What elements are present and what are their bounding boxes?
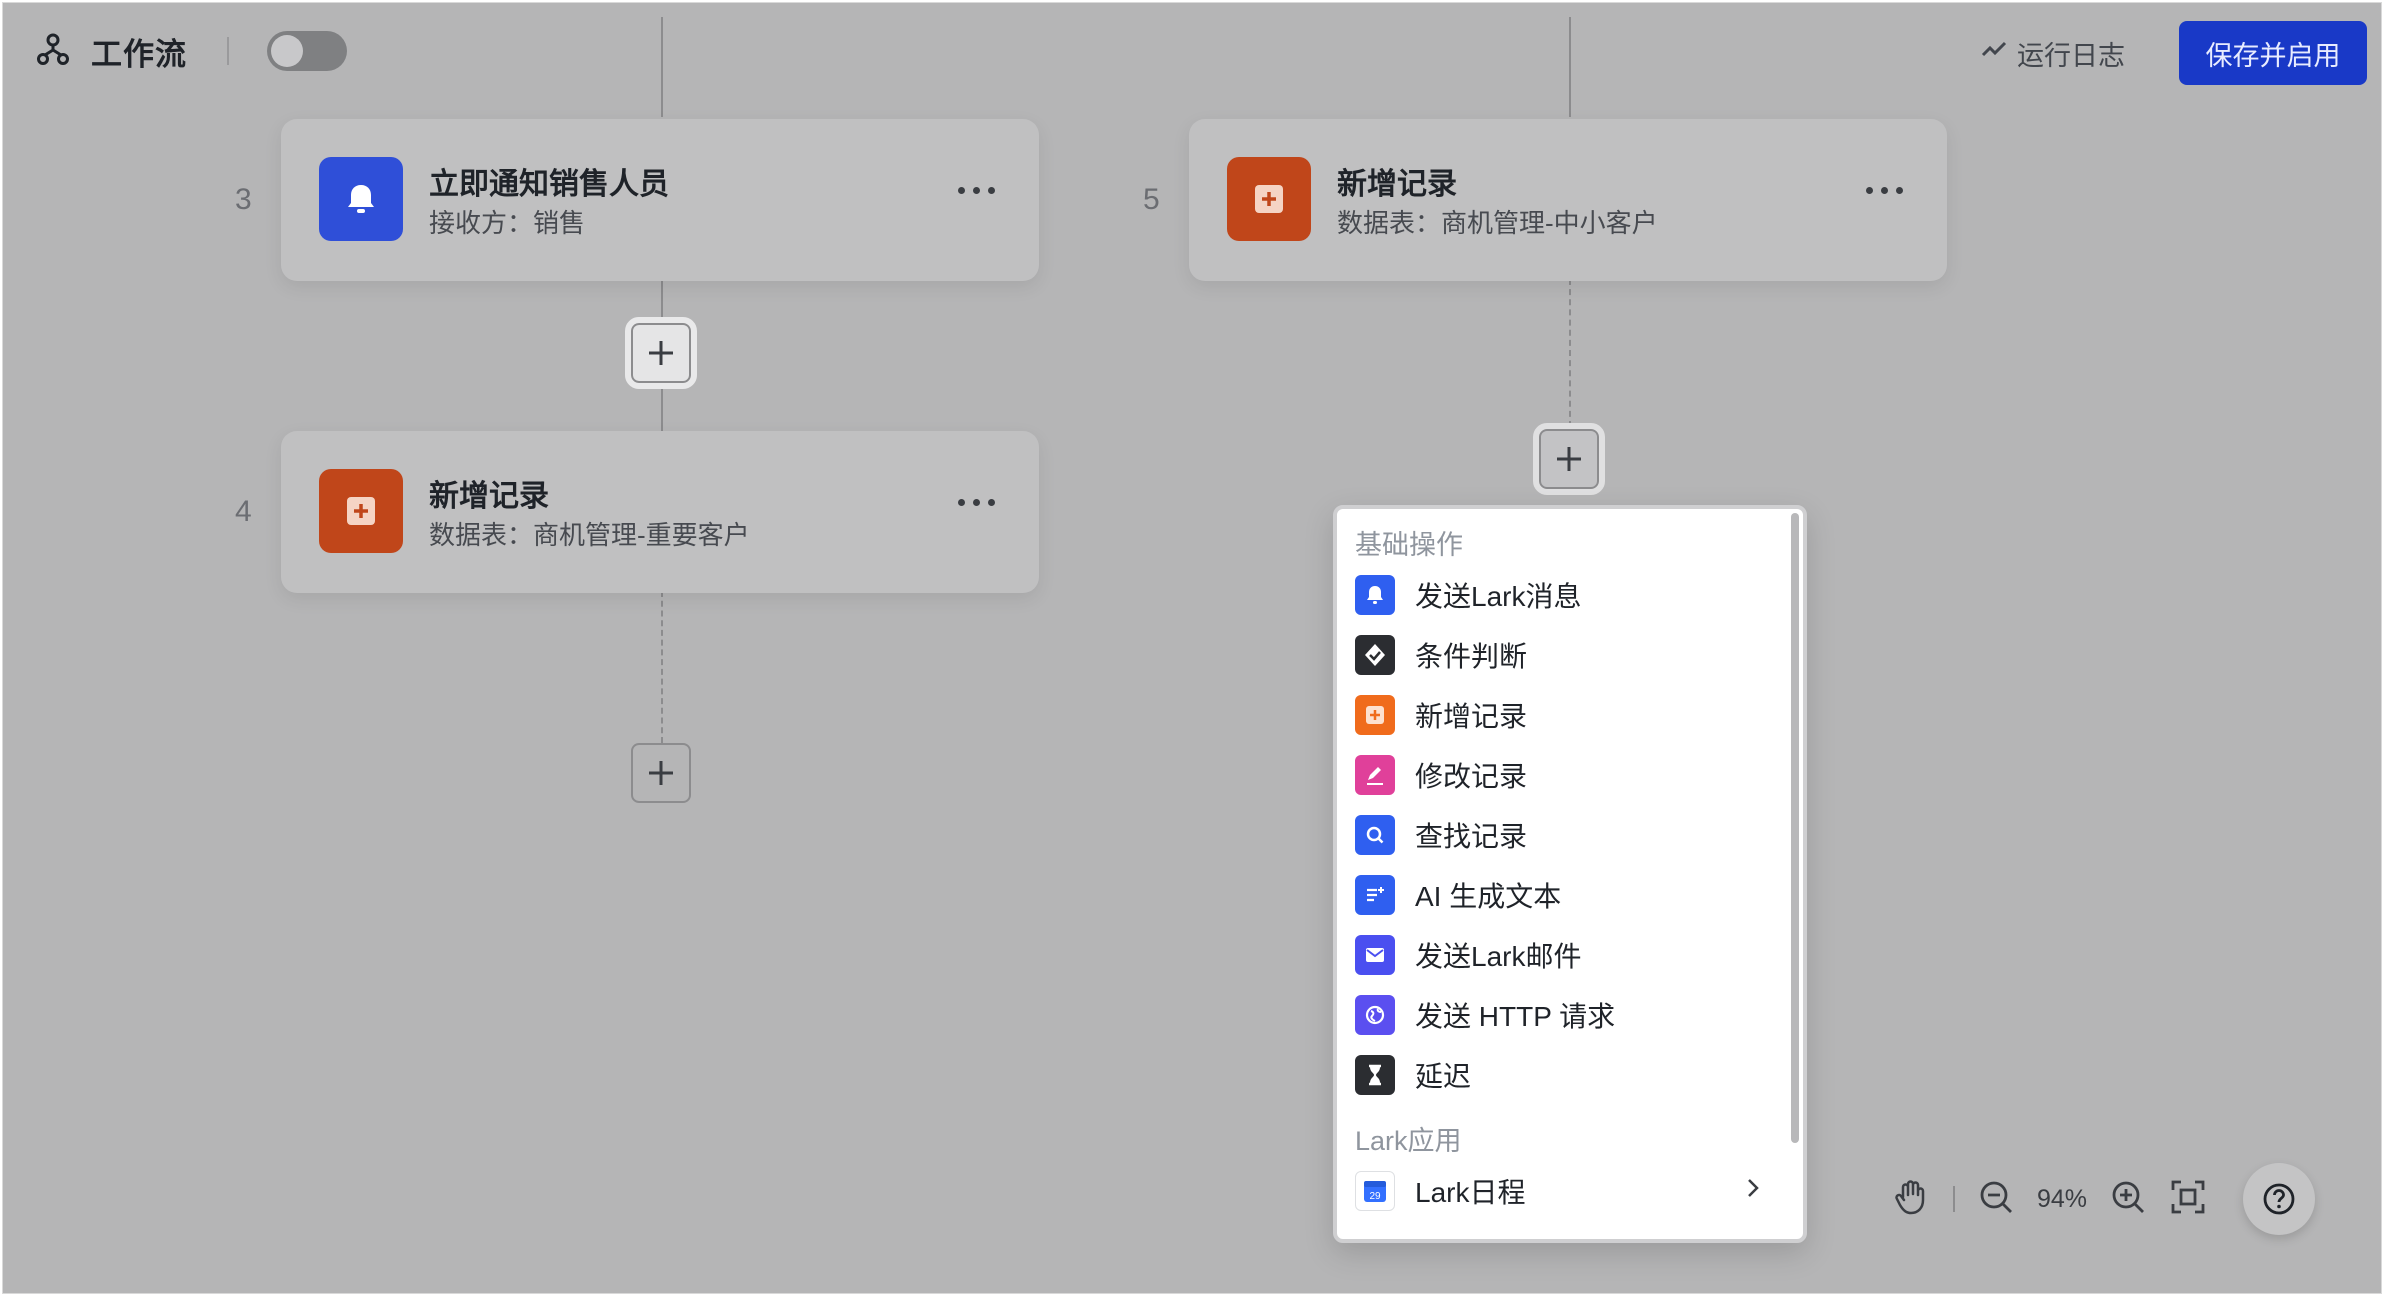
run-log-label: 运行日志 [2017, 40, 2125, 71]
connector-line [661, 17, 663, 117]
ai-text-icon [1355, 875, 1395, 915]
save-enable-button[interactable]: 保存并启用 [2179, 21, 2367, 85]
add-record-icon [319, 469, 403, 553]
calendar-icon: 29 [1355, 1171, 1395, 1211]
edit-icon [1355, 755, 1395, 795]
menu-item-label: Lark日程 [1415, 1177, 1526, 1208]
trend-icon [1981, 37, 2007, 70]
page-title: 工作流 [91, 36, 187, 72]
connector-dashed-line [1569, 279, 1571, 427]
menu-item-label: 条件判断 [1415, 641, 1528, 672]
menu-item-label: 修改记录 [1415, 761, 1528, 792]
run-log-button[interactable]: 运行日志 [1981, 33, 2125, 73]
more-options-icon[interactable] [958, 187, 995, 194]
menu-item-send-mail[interactable]: 发送Lark邮件 [1337, 925, 1803, 985]
node-card-notify-sales[interactable]: 立即通知销售人员 接收方：销售 [281, 119, 1039, 281]
hand-pan-icon[interactable] [1891, 1177, 1931, 1222]
zoom-level: 94% [2037, 1184, 2088, 1213]
menu-item-ai-text[interactable]: AI 生成文本 [1337, 865, 1803, 925]
node-number: 4 [235, 495, 252, 528]
workflow-canvas[interactable]: 工作流 运行日志 保存并启用 3 立即通知销售人员 接收方：销售 4 新增记录 … [2, 2, 2382, 1294]
node-subtitle: 数据表：商机管理-中小客户 [1337, 208, 1658, 238]
menu-item-send-message[interactable]: 发送Lark消息 [1337, 565, 1803, 625]
toggle-knob [271, 35, 303, 67]
plus-icon [649, 341, 673, 365]
menu-item-label: 发送 HTTP 请求 [1415, 1001, 1616, 1032]
menu-item-label: 延迟 [1415, 1061, 1472, 1092]
menu-item-label: 发送Lark邮件 [1415, 941, 1582, 972]
svg-text:29: 29 [1369, 1191, 1381, 1202]
connector-line [1569, 17, 1571, 117]
workflow-icon [35, 31, 71, 72]
menu-item-http-request[interactable]: 发送 HTTP 请求 [1337, 985, 1803, 1045]
zoom-out-icon[interactable] [1977, 1178, 2015, 1221]
menu-item-condition[interactable]: 条件判断 [1337, 625, 1803, 685]
bell-icon [1355, 575, 1395, 615]
node-number: 5 [1143, 183, 1160, 216]
node-card-add-record-small[interactable]: 新增记录 数据表：商机管理-中小客户 [1189, 119, 1947, 281]
connector-dashed-line [661, 591, 663, 743]
chevron-right-icon [1743, 1175, 1763, 1207]
menu-item-edit-record[interactable]: 修改记录 [1337, 745, 1803, 805]
node-title: 新增记录 [1337, 168, 1457, 201]
canvas-toolbar: 94% [1891, 1169, 2207, 1229]
plus-icon [1557, 447, 1581, 471]
node-subtitle: 接收方：销售 [429, 208, 586, 238]
globe-icon [1355, 995, 1395, 1035]
search-icon [1355, 815, 1395, 855]
menu-item-lark-calendar[interactable]: 29 Lark日程 [1337, 1161, 1803, 1221]
question-icon [2263, 1183, 2295, 1215]
more-options-icon[interactable] [958, 499, 995, 506]
fit-view-icon[interactable] [2169, 1178, 2207, 1221]
add-node-button[interactable] [631, 743, 691, 803]
menu-item-delay[interactable]: 延迟 [1337, 1045, 1803, 1105]
add-node-button[interactable] [625, 317, 697, 389]
menu-item-find-record[interactable]: 查找记录 [1337, 805, 1803, 865]
bell-icon [319, 157, 403, 241]
add-action-menu[interactable]: 基础操作 发送Lark消息 条件判断 新增记录 修改记录 查找记录 AI 生成文… [1333, 505, 1807, 1243]
hourglass-icon [1355, 1055, 1395, 1095]
menu-item-add-record[interactable]: 新增记录 [1337, 685, 1803, 745]
add-node-button-active[interactable] [1533, 423, 1605, 495]
node-card-add-record-important[interactable]: 新增记录 数据表：商机管理-重要客户 [281, 431, 1039, 593]
connector-line [661, 279, 663, 319]
workflow-header: 工作流 [35, 29, 347, 73]
header-divider [227, 37, 229, 65]
zoom-in-icon[interactable] [2109, 1178, 2147, 1221]
plus-icon [649, 761, 673, 785]
help-button[interactable] [2243, 1163, 2315, 1235]
menu-item-label: 查找记录 [1415, 821, 1528, 852]
more-options-icon[interactable] [1866, 187, 1903, 194]
mail-icon [1355, 935, 1395, 975]
add-record-icon [1227, 157, 1311, 241]
add-record-icon [1355, 695, 1395, 735]
menu-section-basic: 基础操作 [1355, 530, 1463, 560]
branch-check-icon [1355, 635, 1395, 675]
menu-item-label: AI 生成文本 [1415, 881, 1562, 912]
node-title: 新增记录 [429, 480, 549, 513]
menu-item-label: 发送Lark消息 [1415, 581, 1582, 612]
toolbar-divider [1953, 1186, 1955, 1212]
menu-scrollbar[interactable] [1791, 513, 1799, 1143]
workflow-enable-toggle[interactable] [267, 31, 347, 71]
node-subtitle: 数据表：商机管理-重要客户 [429, 520, 750, 550]
node-number: 3 [235, 183, 252, 216]
connector-line [661, 379, 663, 431]
menu-item-label: 新增记录 [1415, 701, 1528, 732]
node-title: 立即通知销售人员 [429, 168, 669, 201]
menu-section-apps: Lark应用 [1355, 1126, 1462, 1156]
